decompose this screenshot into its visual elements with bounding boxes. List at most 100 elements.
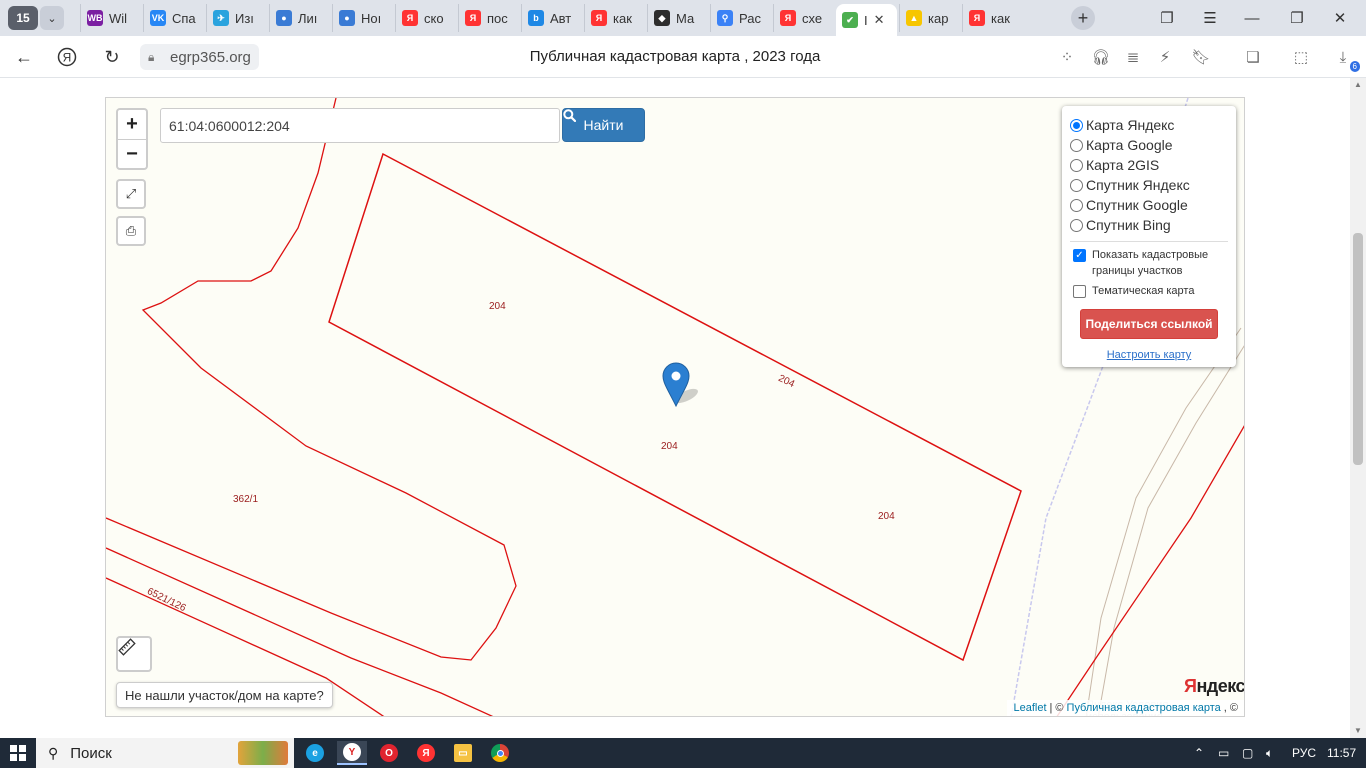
language-indicator[interactable]: РУС <box>1292 738 1316 768</box>
taskbar-search[interactable]: ⚲ Поиск <box>36 738 294 768</box>
edge-icon[interactable]: e <box>300 741 330 765</box>
reader-icon[interactable]: ≣ <box>1122 46 1144 68</box>
collections-icon[interactable]: ❐ <box>1155 6 1179 30</box>
thematic-map-option[interactable]: Тематическая карта <box>1070 283 1228 299</box>
browser-tab[interactable]: ● Ноı <box>332 4 393 32</box>
leaflet-link[interactable]: Leaflet <box>1013 702 1046 714</box>
extension-icon[interactable]: ⬚ <box>1290 46 1312 68</box>
apps-icon[interactable]: ⁘ <box>1056 46 1078 68</box>
layer-option[interactable]: Спутник Bing <box>1070 215 1228 235</box>
page-scrollbar[interactable]: ▲ ▼ <box>1350 78 1366 738</box>
layer-label: Карта Яндекс <box>1086 117 1175 133</box>
display-icon[interactable]: ▢ <box>1242 738 1253 768</box>
lock-icon: 🔒︎ <box>148 50 155 64</box>
zoom-in-button[interactable]: + <box>118 110 146 139</box>
restore-icon[interactable]: ❐ <box>1285 6 1309 30</box>
scroll-down-icon[interactable]: ▼ <box>1350 724 1366 738</box>
cadastral-map[interactable]: 204 204 204 204 362/1 6521/126 + − ⤢ ⎙ Н… <box>105 97 1245 717</box>
layer-option[interactable]: Карта Google <box>1070 135 1228 155</box>
browser-tab[interactable]: Япос <box>458 4 519 32</box>
browser-tab[interactable]: Якак <box>584 4 645 32</box>
road-line <box>1097 345 1244 716</box>
tab-label: Рас <box>739 10 761 26</box>
browser-tab[interactable]: ▲ кар <box>899 4 960 32</box>
scroll-thumb[interactable] <box>1353 233 1363 465</box>
file-explorer-icon[interactable]: ▭ <box>448 741 478 765</box>
chevron-down-icon[interactable]: ⌄ <box>40 6 64 30</box>
layer-option[interactable]: Спутник Яндекс <box>1070 175 1228 195</box>
tab-favicon-icon: Я <box>402 10 418 26</box>
layer-radio[interactable] <box>1070 218 1083 232</box>
chrome-icon[interactable] <box>485 741 515 765</box>
cadastral-source-link[interactable]: Публичная кадастровая карта <box>1067 702 1221 714</box>
tab-favicon-icon: ✔ <box>842 12 858 28</box>
ruler-icon[interactable] <box>116 636 152 672</box>
browser-tab[interactable]: VK Спа <box>143 4 204 32</box>
windows-start-icon[interactable] <box>10 745 26 761</box>
tab-counter-button[interactable]: 15 <box>8 6 38 30</box>
layer-option[interactable]: Карта Яндекс <box>1070 115 1228 135</box>
print-icon[interactable]: ⎙ <box>116 216 146 246</box>
browser-tab[interactable]: Якак <box>962 4 1023 32</box>
browser-tab[interactable]: ◆ Ма <box>647 4 708 32</box>
browser-tab[interactable]: ✔ I ✕ <box>836 4 897 36</box>
yandex-icon[interactable]: Я <box>411 741 441 765</box>
show-borders-option[interactable]: ✓ Показать кадастровые границы участков <box>1070 247 1228 279</box>
zoom-control: + − <box>116 108 148 170</box>
parcel-label: 204 <box>489 301 506 312</box>
bookmark-icon[interactable]: 🔖︎ <box>1190 46 1212 68</box>
layer-radio[interactable] <box>1070 138 1083 152</box>
menu-icon[interactable]: ☰ <box>1198 6 1222 30</box>
tray-chevron-icon[interactable]: ⌃ <box>1194 738 1204 768</box>
collections-panel-icon[interactable]: ❏ <box>1242 46 1264 68</box>
share-link-button[interactable]: Поделиться ссылкой <box>1080 309 1218 339</box>
close-window-icon[interactable]: ✕ <box>1328 6 1352 30</box>
browser-tab[interactable]: Ясхе <box>773 4 834 32</box>
downloads-icon[interactable]: ⤓ 6 <box>1332 46 1360 72</box>
new-tab-button[interactable]: + <box>1071 6 1095 30</box>
browser-tab[interactable]: ⚲ Рас <box>710 4 771 32</box>
browser-tab[interactable]: ● Лиı <box>269 4 330 32</box>
cadastral-search-input[interactable] <box>160 108 560 143</box>
layer-option[interactable]: Спутник Google <box>1070 195 1228 215</box>
opera-icon[interactable]: O <box>374 741 404 765</box>
minimize-icon[interactable]: — <box>1240 6 1264 30</box>
search-button-label: Найти <box>583 117 624 133</box>
parcel-label: 204 <box>661 441 678 452</box>
clock[interactable]: 11:57 <box>1327 738 1356 768</box>
browser-tab[interactable]: WB Wil <box>80 4 141 32</box>
layer-radio[interactable] <box>1070 198 1083 212</box>
layer-radio[interactable] <box>1070 178 1083 192</box>
tab-favicon-icon: WB <box>87 10 103 26</box>
not-found-button[interactable]: Не нашли участок/дом на карте? <box>116 682 333 708</box>
thematic-map-checkbox[interactable] <box>1073 285 1086 298</box>
browser-tab[interactable]: Яско <box>395 4 456 32</box>
tab-label: Спа <box>172 10 196 26</box>
show-borders-checkbox[interactable]: ✓ <box>1073 249 1086 262</box>
network-icon[interactable]: ▭ <box>1218 738 1229 768</box>
reload-icon[interactable]: ↻ <box>100 45 124 69</box>
headphones-icon[interactable]: 🎧︎ <box>1090 46 1112 68</box>
tab-label: Авт <box>550 10 572 26</box>
browser-tab[interactable]: b Авт <box>521 4 582 32</box>
yandex-home-icon[interactable]: Я <box>55 45 79 69</box>
zoom-out-button[interactable]: − <box>118 139 146 168</box>
volume-icon[interactable]: 🔈︎ <box>1266 738 1273 768</box>
close-tab-icon[interactable]: ✕ <box>874 12 885 28</box>
back-arrow-icon[interactable]: ← <box>12 45 36 69</box>
layer-radio[interactable] <box>1070 118 1083 132</box>
windows-taskbar: ⚲ Поиск e Y O Я ▭ ⌃ ▭ ▢ 🔈︎ РУС 11:57 <box>0 738 1366 768</box>
layer-radio[interactable] <box>1070 158 1083 172</box>
yandex-browser-icon[interactable]: Y <box>337 741 367 765</box>
search-button[interactable]: Найти <box>562 108 645 142</box>
search-highlight-image <box>238 741 288 765</box>
layer-option[interactable]: Карта 2GIS <box>1070 155 1228 175</box>
protect-icon[interactable]: ⚡︎ <box>1154 46 1176 68</box>
tab-favicon-icon: Я <box>969 10 985 26</box>
setup-map-link[interactable]: Настроить карту <box>1070 349 1228 361</box>
parcel-label: 204 <box>878 511 895 522</box>
address-bar[interactable]: 🔒︎ egrp365.org <box>140 44 259 70</box>
scroll-up-icon[interactable]: ▲ <box>1350 78 1366 92</box>
browser-tab[interactable]: ✈ Изı <box>206 4 267 32</box>
fullscreen-icon[interactable]: ⤢ <box>116 179 146 209</box>
